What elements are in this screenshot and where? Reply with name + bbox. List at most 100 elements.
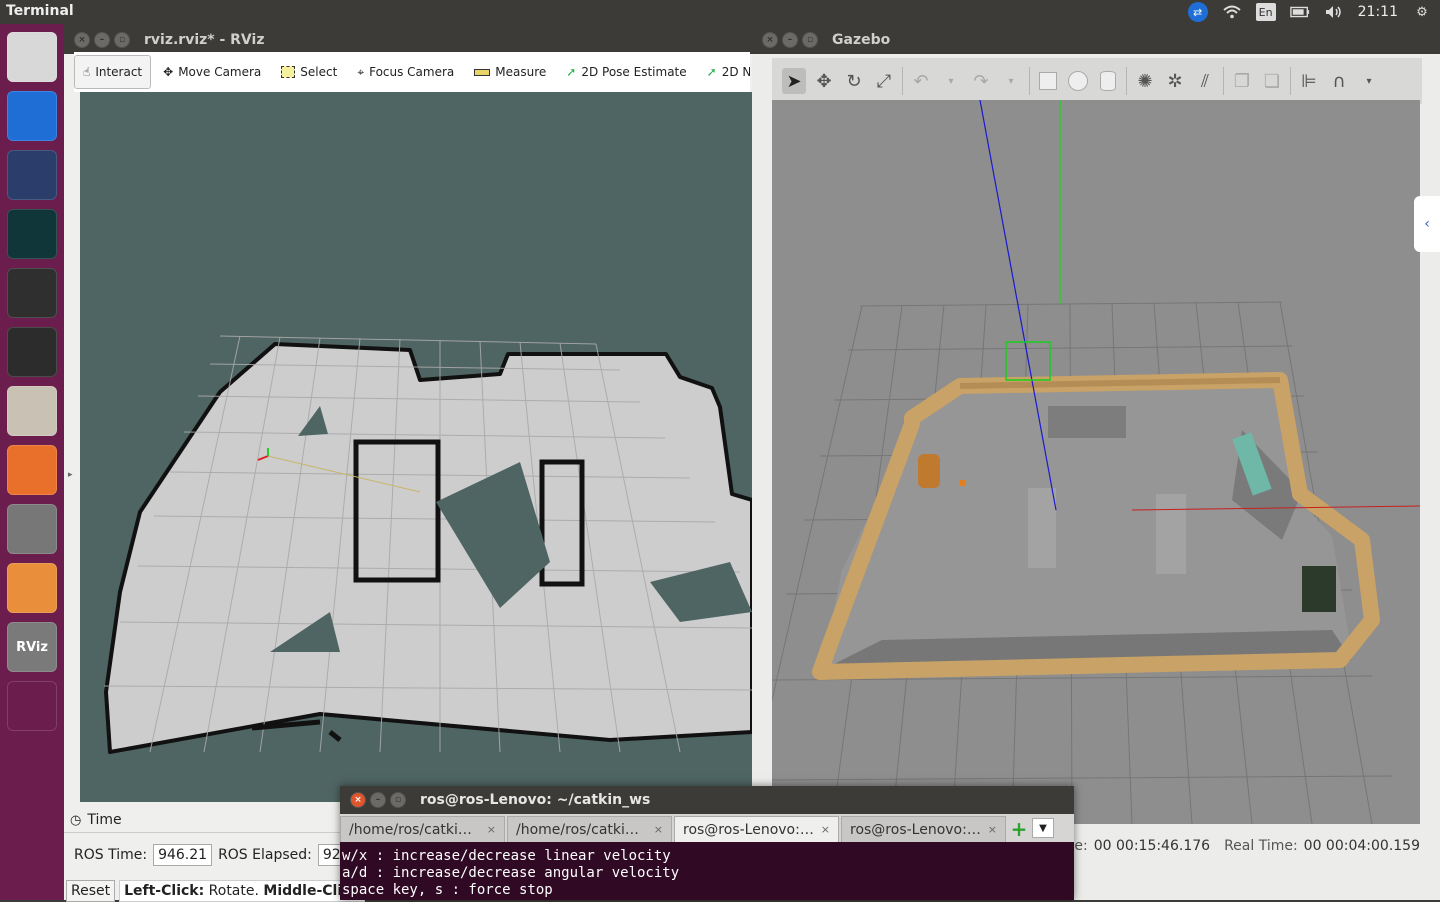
close-icon[interactable]: × [487,823,496,836]
real-time-label: Real Time: [1224,838,1298,854]
close-button[interactable]: × [74,32,90,48]
launcher-files-icon[interactable] [7,386,57,436]
align-icon[interactable]: ⊫ [1297,68,1321,94]
toolbar-more-icon[interactable]: ▾ [1357,68,1381,94]
tab-menu-dropdown-icon[interactable]: ▼ [1032,818,1054,838]
rotate-icon[interactable]: ↻ [842,68,866,94]
snap-icon[interactable]: ∩ [1327,68,1351,94]
cylinder-shape-icon[interactable] [1096,68,1120,94]
close-icon[interactable]: × [654,823,663,836]
sphere-shape-icon[interactable] [1066,68,1090,94]
redo-dropdown-icon[interactable]: ▾ [999,68,1023,94]
terminal-tab[interactable]: /home/ros/catki… × [507,816,672,842]
rviz-toolbar: ☝ Interact ✥ Move Camera Select ⌖ Focus Cam… [74,52,750,92]
ros-time-label: ROS Time: [74,847,148,863]
close-button[interactable]: × [350,792,366,808]
paste-icon[interactable]: ❏ [1260,68,1284,94]
rviz-titlebar[interactable]: × – ▫ rviz.rviz* - RViz [64,26,752,54]
measure-tool[interactable]: Measure [466,55,554,89]
launcher-settings-icon[interactable] [7,504,57,554]
terminal-titlebar[interactable]: × – ▫ ros@ros-Lenovo: ~/catkin_ws [340,786,1074,814]
terminal-tab-active[interactable]: ros@ros-Lenovo:… × [674,816,839,842]
green-arrow-icon: ➚ [566,65,577,79]
launcher-system-monitor-icon[interactable] [7,268,57,318]
maximize-button[interactable]: ▫ [390,792,406,808]
move-camera-icon: ✥ [163,65,174,79]
2d-pose-estimate-label: 2D Pose Estimate [581,65,687,79]
launcher-gitkraken-icon[interactable] [7,209,57,259]
terminal-line: space key, s : force stop [342,882,553,898]
real-time-value: 00 00:04:00.159 [1303,838,1420,854]
gazebo-scene [771,99,1421,825]
gazebo-side-panel-toggle[interactable]: ‹ [1414,196,1440,252]
hand-icon: ☝ [83,65,91,79]
launcher-sublime-icon[interactable] [7,563,57,613]
interact-tool[interactable]: ☝ Interact [74,55,152,89]
separator [1029,67,1030,95]
gazebo-3d-view[interactable] [771,99,1421,825]
tab-label: ros@ros-Lenovo:… [683,821,814,838]
minimize-button[interactable]: – [370,792,386,808]
ros-elapsed-label: ROS Elapsed: [218,847,312,863]
close-button[interactable]: × [762,32,778,48]
rviz-window-title: rviz.rviz* - RViz [144,32,265,48]
undo-dropdown-icon[interactable]: ▾ [939,68,963,94]
volume-icon[interactable] [1324,3,1344,21]
maximize-button[interactable]: ▫ [802,32,818,48]
minimize-button[interactable]: – [94,32,110,48]
battery-icon[interactable] [1289,3,1310,21]
launcher-rviz-icon[interactable]: RViz [7,622,57,672]
scale-icon[interactable]: ⤢ [872,68,896,94]
gazebo-titlebar[interactable]: × – ▫ Gazebo [752,26,1440,54]
reset-button[interactable]: Reset [66,880,116,902]
launcher-terminal-icon[interactable] [7,327,57,377]
rviz-left-dock-handle[interactable]: ▸ [64,92,81,802]
clock[interactable]: 21:11 [1358,4,1398,20]
launcher-teamviewer-icon[interactable] [7,91,57,141]
wifi-icon[interactable] [1222,3,1242,21]
terminal-line: w/x : increase/decrease linear velocity [342,848,671,864]
minimize-button[interactable]: – [782,32,798,48]
terminal-tab[interactable]: ros@ros-Lenovo:… × [841,816,1006,842]
close-icon[interactable]: × [988,823,997,836]
directional-light-icon[interactable]: ⫽ [1193,68,1217,94]
terminal-window[interactable]: × – ▫ ros@ros-Lenovo: ~/catkin_ws /home/… [340,786,1074,900]
separator [902,67,903,95]
copy-icon[interactable]: ❐ [1230,68,1254,94]
launcher-firefox-icon[interactable] [7,445,57,495]
select-tool[interactable]: Select [273,55,345,89]
terminal-output[interactable]: w/x : increase/decrease linear velocity a… [340,848,1076,900]
status-hint: Left-Click: Rotate. Middle-Click [119,880,365,902]
terminal-tab[interactable]: /home/ros/catki… × [340,816,505,842]
close-icon[interactable]: × [821,823,830,836]
gear-icon[interactable]: ⚙ [1412,3,1432,21]
box-shape-icon[interactable] [1036,68,1060,94]
maximize-button[interactable]: ▫ [114,32,130,48]
select-arrow-icon[interactable]: ➤ [782,68,806,94]
ruler-icon [474,68,491,76]
system-tray: ⇄ En 21:11 ⚙ [1187,0,1440,24]
gazebo-window: × – ▫ Gazebo ➤ ✥ ↻ ⤢ ↶ ▾ ↷ ▾ ✺ ✲ ⫽ ❐ ❏ ⊫… [752,26,1440,900]
new-tab-plus-icon[interactable]: + [1008,816,1030,842]
redo-icon[interactable]: ↷ [969,68,993,94]
undo-icon[interactable]: ↶ [909,68,933,94]
launcher-ubuntu-dash-icon[interactable] [7,32,57,82]
keyboard-language[interactable]: En [1255,3,1276,21]
2d-pose-estimate-tool[interactable]: ➚ 2D Pose Estimate [558,55,694,89]
2d-nav-goal-tool[interactable]: ➚ 2D Nav [699,55,750,89]
move-camera-tool[interactable]: ✥ Move Camera [155,55,269,89]
chevron-left-icon: ‹ [1424,216,1430,232]
focus-camera-label: Focus Camera [369,65,455,79]
ros-time-field[interactable]: 946.21 [153,844,213,866]
launcher-vscode-icon[interactable] [7,150,57,200]
translate-icon[interactable]: ✥ [812,68,836,94]
teamviewer-tray-icon[interactable]: ⇄ [1187,2,1208,22]
point-light-icon[interactable]: ✺ [1133,68,1157,94]
launcher-trash-icon[interactable] [7,681,57,731]
spot-light-icon[interactable]: ✲ [1163,68,1187,94]
2d-nav-label: 2D Nav [721,65,750,79]
rviz-3d-view[interactable] [80,92,754,802]
focus-camera-tool[interactable]: ⌖ Focus Camera [349,55,462,89]
tab-label: ros@ros-Lenovo:… [850,821,981,838]
time-fields: ROS Time: 946.21 ROS Elapsed: 92. [74,844,351,866]
